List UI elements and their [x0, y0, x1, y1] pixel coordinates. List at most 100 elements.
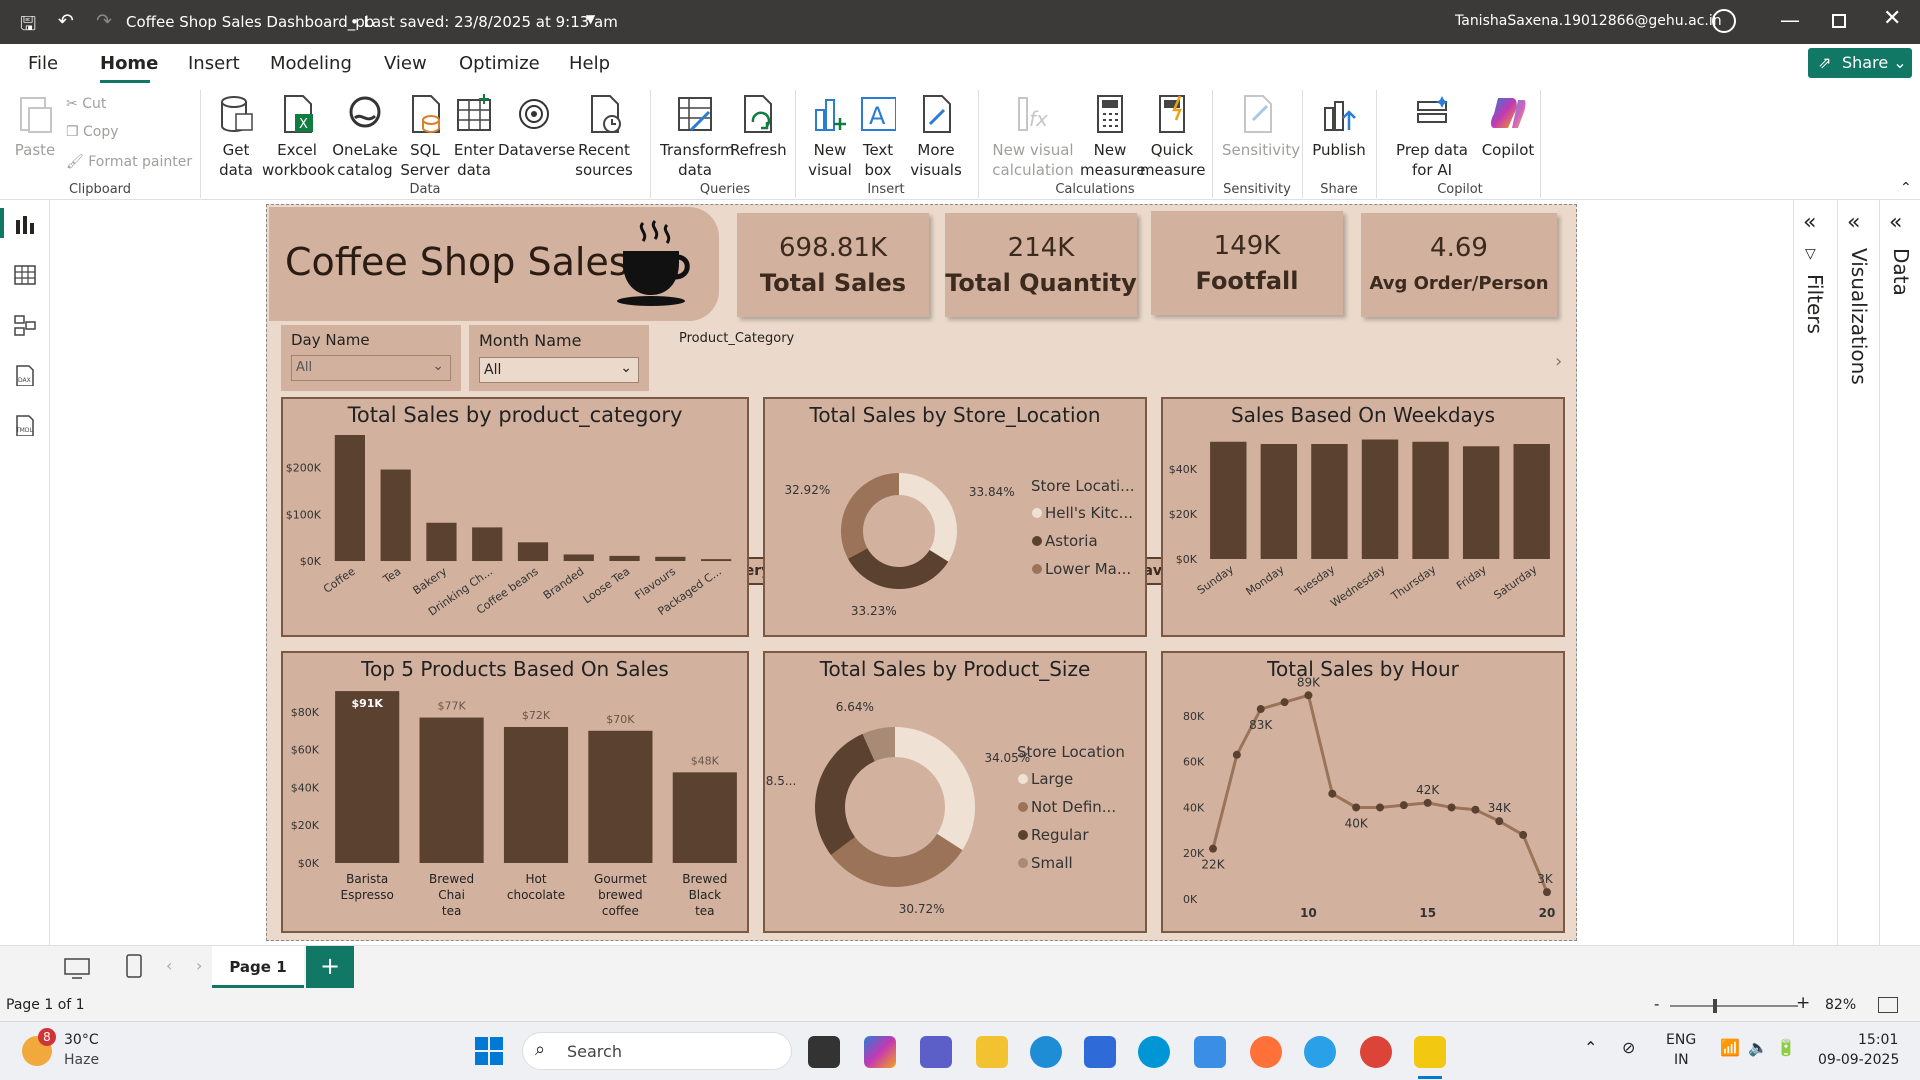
menu-file[interactable]: File: [28, 53, 58, 74]
fit-to-page-icon[interactable]: [1878, 997, 1898, 1013]
network-off-icon[interactable]: ⊘: [1622, 1038, 1635, 1057]
task-view-icon[interactable]: [808, 1036, 840, 1068]
redo-icon[interactable]: ↷: [96, 10, 112, 32]
battery-icon[interactable]: 🔋: [1776, 1038, 1796, 1057]
text-box-button[interactable]: A Text box: [856, 94, 900, 180]
table-view-icon[interactable]: [13, 264, 37, 286]
kpi-footfall[interactable]: 149K Footfall: [1151, 211, 1343, 315]
windows-start-icon[interactable]: [474, 1036, 504, 1066]
get-data-button[interactable]: Get data: [208, 94, 264, 180]
quick-measure-button[interactable]: Quick measure: [1140, 94, 1205, 180]
chevron-down-icon[interactable]: ▼: [586, 12, 595, 26]
enter-data-button[interactable]: Enter data: [452, 94, 496, 180]
chart-sales-by-hour[interactable]: Total Sales by Hour 0K 20K 40K 60K 80K 10 15 20…: [1161, 651, 1565, 933]
file-explorer-icon[interactable]: [976, 1036, 1008, 1068]
format-painter-button[interactable]: 🖌 Format painter: [66, 152, 192, 172]
menu-insert[interactable]: Insert: [188, 53, 240, 74]
mobile-layout-icon[interactable]: [126, 954, 142, 980]
language-primary[interactable]: ENG: [1666, 1032, 1696, 1048]
copilot-taskbar-icon[interactable]: [864, 1036, 896, 1068]
zoom-in-icon[interactable]: +: [1796, 993, 1810, 1013]
chart-sales-by-weekday[interactable]: Sales Based On Weekdays $0K $20K $40K Sunda…: [1161, 397, 1565, 637]
menu-modeling[interactable]: Modeling: [270, 53, 352, 74]
kpi-total-sales[interactable]: 698.81K Total Sales: [737, 213, 929, 317]
share-button[interactable]: ⇗ Share ⌄: [1808, 48, 1912, 78]
onelake-catalog-button[interactable]: OneLake catalog: [332, 94, 398, 180]
copy-button[interactable]: ❐ Copy: [66, 122, 119, 142]
chart-top5-products[interactable]: Top 5 Products Based On Sales $0K $20K $40…: [281, 651, 749, 933]
chart-sales-by-size[interactable]: Total Sales by Product_Size 34.05% 30.72%…: [763, 651, 1147, 933]
clock-time[interactable]: 15:01: [1858, 1032, 1898, 1048]
menu-view[interactable]: View: [384, 53, 427, 74]
store-icon[interactable]: [1084, 1036, 1116, 1068]
copilot-button[interactable]: Copilot: [1478, 94, 1538, 160]
undo-icon[interactable]: ↶: [58, 10, 74, 32]
edge-icon[interactable]: [1030, 1036, 1062, 1068]
menu-help[interactable]: Help: [569, 53, 610, 74]
minimize-icon[interactable]: —: [1780, 8, 1800, 32]
kpi-avg-order[interactable]: 4.69 Avg Order/Person: [1361, 213, 1557, 317]
chevron-right-icon[interactable]: ›: [1555, 351, 1562, 372]
visualizations-pane-label[interactable]: Visualizations: [1847, 248, 1871, 385]
add-page-button[interactable]: +: [306, 946, 354, 988]
firefox-icon[interactable]: [1250, 1036, 1282, 1068]
publish-button[interactable]: Publish: [1310, 94, 1368, 160]
account-icon[interactable]: [1712, 9, 1736, 33]
bar: [1513, 444, 1550, 559]
sql-server-button[interactable]: SQL Server: [400, 94, 450, 180]
report-view-icon[interactable]: [13, 214, 37, 236]
expand-data-icon[interactable]: «: [1889, 210, 1902, 235]
chart-sales-by-location[interactable]: Total Sales by Store_Location 33.84% 33.2…: [763, 397, 1147, 637]
refresh-button[interactable]: Refresh: [730, 94, 787, 160]
zoom-out-icon[interactable]: -: [1654, 995, 1659, 1013]
prep-data-ai-button[interactable]: Prep data for AI: [1386, 94, 1478, 180]
chevron-up-icon[interactable]: ⌃: [1584, 1038, 1597, 1057]
sensitivity-button[interactable]: Sensitivity: [1222, 94, 1300, 160]
menu-optimize[interactable]: Optimize: [459, 53, 540, 74]
photos-icon[interactable]: [1194, 1036, 1226, 1068]
transform-data-button[interactable]: Transform data: [660, 94, 735, 180]
volume-icon[interactable]: 🔈: [1748, 1038, 1768, 1057]
dataverse-button[interactable]: Dataverse: [498, 94, 575, 160]
next-page-icon[interactable]: ›: [196, 956, 202, 975]
zoom-slider-thumb[interactable]: [1713, 999, 1717, 1013]
language-region[interactable]: IN: [1674, 1052, 1689, 1068]
clock-date[interactable]: 09-09-2025: [1818, 1052, 1899, 1068]
data-pane-label[interactable]: Data: [1889, 248, 1913, 296]
chart-sales-by-category[interactable]: Total Sales by product_category $0K $100K…: [281, 397, 749, 637]
page-tab-1[interactable]: Page 1: [212, 946, 304, 988]
new-measure-button[interactable]: New measure: [1080, 94, 1145, 180]
dax-query-view-icon[interactable]: DAX: [13, 364, 37, 386]
chrome-icon[interactable]: [1360, 1036, 1392, 1068]
expand-visualizations-icon[interactable]: «: [1847, 210, 1860, 235]
recent-sources-button[interactable]: Recent sources: [568, 94, 640, 180]
maximize-icon[interactable]: [1832, 14, 1846, 28]
new-visual-calculation-button[interactable]: fx New visual calculation: [988, 94, 1078, 180]
close-icon[interactable]: ✕: [1883, 6, 1901, 31]
model-view-icon[interactable]: [13, 314, 37, 336]
desktop-layout-icon[interactable]: [64, 958, 90, 980]
tmdl-view-icon[interactable]: TMDL: [13, 414, 37, 436]
month-name-dropdown[interactable]: All ⌄: [479, 357, 639, 383]
taskbar-search[interactable]: ⌕ Search: [522, 1032, 792, 1070]
collapse-ribbon-icon[interactable]: ⌃: [1900, 180, 1912, 196]
more-visuals-button[interactable]: More visuals: [904, 94, 968, 180]
excel-workbook-button[interactable]: X Excel workbook: [262, 94, 335, 180]
wifi-icon[interactable]: 📶: [1720, 1038, 1740, 1057]
teams-icon[interactable]: [920, 1036, 952, 1068]
filters-pane-label[interactable]: Filters: [1803, 274, 1827, 334]
python-icon[interactable]: [1304, 1036, 1336, 1068]
menu-home[interactable]: Home: [100, 53, 158, 74]
save-icon[interactable]: 🖫: [20, 10, 36, 42]
hp-icon[interactable]: [1138, 1036, 1170, 1068]
day-name-dropdown[interactable]: All ⌄: [291, 355, 451, 381]
size-donut-chart: 34.05%30.72%28.5...6.64%Store LocationLa…: [765, 700, 1125, 916]
new-visual-button[interactable]: New visual: [806, 94, 854, 180]
paste-button[interactable]: Paste: [12, 94, 58, 160]
kpi-total-quantity[interactable]: 214K Total Quantity: [945, 213, 1137, 317]
power-bi-icon[interactable]: [1414, 1036, 1446, 1068]
zoom-slider[interactable]: [1670, 1005, 1798, 1007]
prev-page-icon[interactable]: ‹: [166, 956, 172, 975]
expand-filters-icon[interactable]: «: [1803, 210, 1816, 235]
cut-button[interactable]: ✂ Cut: [66, 94, 106, 114]
